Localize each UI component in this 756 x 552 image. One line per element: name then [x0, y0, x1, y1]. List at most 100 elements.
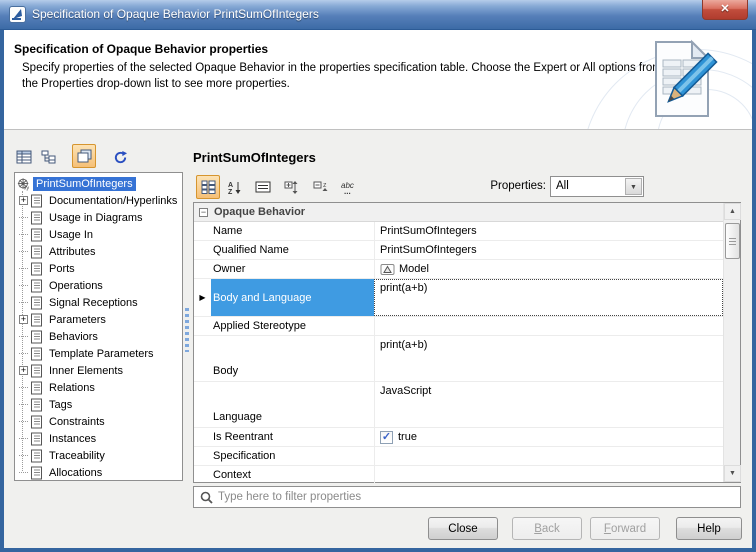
tree-item-documentation-hyperlinks[interactable]: + Documentation/Hyperlinks [15, 192, 182, 209]
tree-view-button[interactable] [37, 145, 61, 169]
page-icon [30, 432, 43, 446]
property-value[interactable]: PrintSumOfIntegers [374, 241, 723, 259]
tree-item-constraints[interactable]: Constraints [15, 413, 182, 430]
property-value[interactable]: print(a+b) [374, 336, 723, 381]
tree-connector [19, 421, 28, 422]
tree-item-label: Tags [46, 398, 75, 412]
property-value[interactable]: JavaScript [374, 382, 723, 427]
show-full-text-icon[interactable]: abc ... [338, 175, 362, 199]
tree-item-label: Ports [46, 262, 78, 276]
page-icon [30, 364, 43, 378]
property-row-owner[interactable]: Owner Model [194, 260, 723, 279]
filter-bar[interactable] [193, 486, 741, 508]
tree-item-allocations[interactable]: Allocations [15, 464, 182, 481]
tree-item-signal-receptions[interactable]: Signal Receptions [15, 294, 182, 311]
row-gutter [194, 447, 211, 465]
property-value[interactable] [374, 466, 723, 483]
tree-item-label: Attributes [46, 245, 98, 259]
tree-item-behaviors[interactable]: Behaviors [15, 328, 182, 345]
tree-item-label: Usage In [46, 228, 96, 242]
property-value[interactable] [374, 447, 723, 465]
refresh-icon[interactable] [108, 145, 132, 169]
tree-item-attributes[interactable]: Attributes [15, 243, 182, 260]
tree-connector [19, 217, 28, 218]
property-row-qualified-name[interactable]: Qualified Name PrintSumOfIntegers [194, 241, 723, 260]
tree-item-usage-in[interactable]: Usage In [15, 226, 182, 243]
tree-item-relations[interactable]: Relations [15, 379, 182, 396]
property-value[interactable] [374, 317, 723, 335]
tree-item-traceability[interactable]: Traceability [15, 447, 182, 464]
forward-button[interactable]: Forward [590, 517, 660, 540]
title-bar[interactable]: Specification of Opaque Behavior PrintSu… [0, 0, 756, 30]
specification-tree-panel[interactable]: xy PrintSumOfIntegers + Documentation/Hy… [14, 172, 183, 481]
chevron-down-icon[interactable]: ▼ [625, 178, 642, 195]
tree-item-template-parameters[interactable]: Template Parameters [15, 345, 182, 362]
page-icon [30, 347, 43, 361]
editing-cell[interactable]: print(a+b) [374, 279, 723, 316]
page-icon [30, 449, 43, 463]
page-icon [30, 296, 43, 310]
tree-item-instances[interactable]: Instances [15, 430, 182, 447]
document-pencil-icon [648, 36, 718, 129]
property-value[interactable]: print(a+b) [374, 279, 723, 316]
tree-item-label: Instances [46, 432, 99, 446]
scrollbar-thumb[interactable] [725, 223, 740, 259]
property-row-body-and-language[interactable]: ▶ Body and Language print(a+b) [194, 279, 723, 317]
tree-item-usage-in-diagrams[interactable]: Usage in Diagrams [15, 209, 182, 226]
collapse-minus-icon[interactable]: − [199, 208, 208, 217]
usage-table-view-button[interactable] [12, 145, 36, 169]
tree-item-tags[interactable]: Tags [15, 396, 182, 413]
sort-alphabetically-icon[interactable]: A Z [222, 175, 246, 199]
help-button[interactable]: Help [676, 517, 742, 540]
property-row-context[interactable]: Context [194, 466, 723, 483]
back-button[interactable]: Back [512, 517, 582, 540]
cascade-view-button[interactable] [72, 144, 96, 168]
flat-view-icon[interactable] [251, 175, 275, 199]
property-value[interactable]: PrintSumOfIntegers [374, 222, 723, 240]
panel-splitter-handle[interactable] [185, 308, 189, 352]
property-row-applied-stereotype[interactable]: Applied Stereotype [194, 317, 723, 336]
is-reentrant-checkbox[interactable]: ✓ [380, 431, 393, 444]
tree-item-label: Relations [46, 381, 98, 395]
tree-item-label: Documentation/Hyperlinks [46, 194, 180, 208]
section-row-opaque-behavior[interactable]: − Opaque Behavior [194, 203, 723, 222]
property-value[interactable]: ✓ true [374, 428, 723, 446]
expand-all-icon[interactable] [280, 175, 304, 199]
filter-properties-input[interactable] [218, 491, 740, 503]
scroll-down-icon[interactable]: ▼ [724, 465, 741, 482]
expander-plus-icon[interactable]: + [19, 315, 28, 324]
tree-item-label: Usage in Diagrams [46, 211, 146, 225]
property-label: Qualified Name [211, 241, 374, 259]
svg-text:xy: xy [24, 185, 30, 190]
property-value[interactable]: Model [374, 260, 723, 278]
opaque-behavior-icon: xy [17, 177, 30, 191]
properties-dropdown[interactable]: All ▼ [550, 176, 644, 197]
table-scrollbar[interactable]: ▲ ▼ [723, 203, 740, 482]
scroll-up-icon[interactable]: ▲ [724, 203, 741, 220]
close-button[interactable]: Close [428, 517, 498, 540]
tree-item-label: Traceability [46, 449, 108, 463]
property-row-body[interactable]: Body print(a+b) [194, 336, 723, 382]
tree-item-inner-elements[interactable]: + Inner Elements [15, 362, 182, 379]
categorized-view-button[interactable] [196, 175, 220, 199]
property-row-language[interactable]: Language JavaScript [194, 382, 723, 428]
page-icon [30, 415, 43, 429]
page-icon [30, 245, 43, 259]
property-row-specification[interactable]: Specification [194, 447, 723, 466]
expander-plus-icon[interactable]: + [19, 366, 28, 375]
tree-item-printsumofintegers[interactable]: xy PrintSumOfIntegers [15, 175, 182, 192]
row-gutter [194, 317, 211, 335]
owner-value-text: Model [399, 263, 429, 275]
property-row-name[interactable]: Name PrintSumOfIntegers [194, 222, 723, 241]
tree-item-parameters[interactable]: + Parameters [15, 311, 182, 328]
collapse-all-icon[interactable]: z [309, 175, 333, 199]
close-icon[interactable]: ✕ [702, 0, 748, 20]
property-row-is-reentrant[interactable]: Is Reentrant ✓ true [194, 428, 723, 447]
page-icon [30, 228, 43, 242]
page-icon [30, 466, 43, 480]
tree-item-operations[interactable]: Operations [15, 277, 182, 294]
row-gutter [194, 466, 211, 483]
expander-plus-icon[interactable]: + [19, 196, 28, 205]
tree-item-ports[interactable]: Ports [15, 260, 182, 277]
scrollbar-grip [729, 238, 736, 245]
